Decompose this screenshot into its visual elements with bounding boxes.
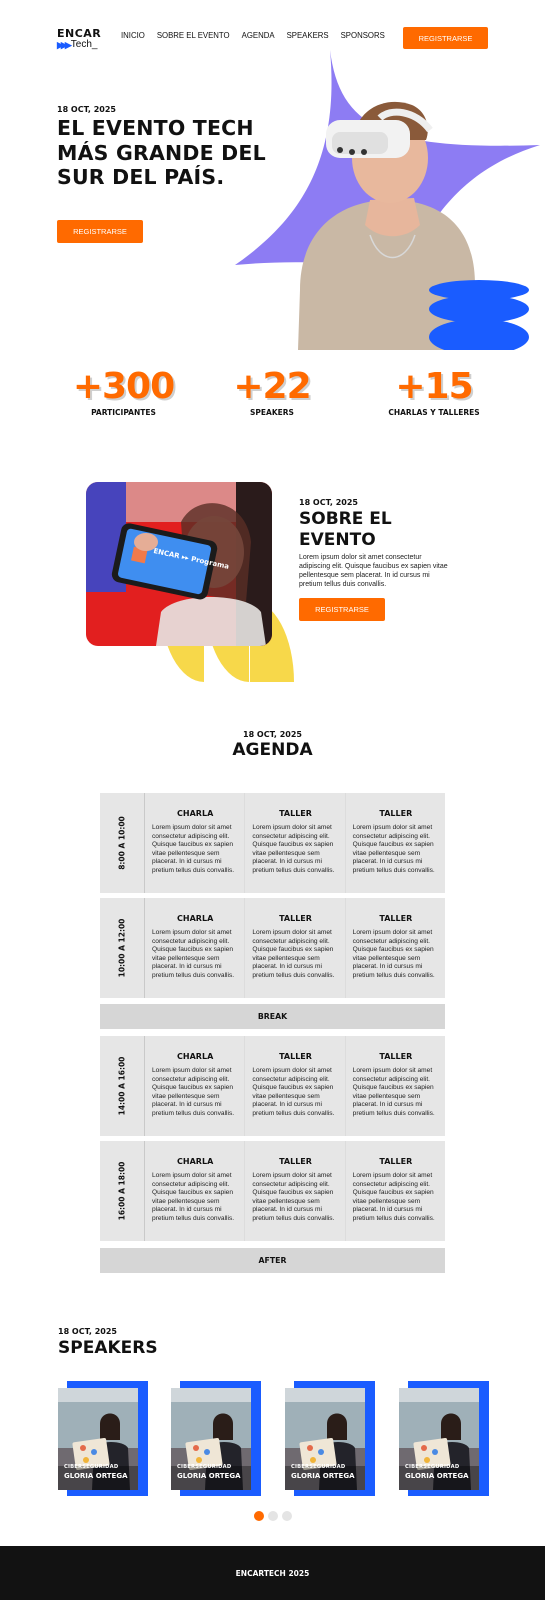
stat-talks: +15 CHARLAS Y TALLERES <box>378 366 490 418</box>
session-description: Lorem ipsum dolor sit amet consectetur a… <box>352 929 435 979</box>
footer: ENCARTECH 2025 <box>0 1546 545 1600</box>
agenda-session[interactable]: CHARLA Lorem ipsum dolor sit amet consect… <box>145 1036 244 1136</box>
main-nav: INICIO SOBRE EL EVENTO AGENDA SPEAKERS S… <box>121 31 397 40</box>
session-type: CHARLA <box>177 809 214 818</box>
agenda-session[interactable]: TALLER Lorem ipsum dolor sit amet consect… <box>244 793 344 893</box>
nav-sobre-el-evento[interactable]: SOBRE EL EVENTO <box>157 31 230 40</box>
break-bar: BREAK <box>100 1004 445 1029</box>
nav-inicio[interactable]: INICIO <box>121 31 145 40</box>
session-type: TALLER <box>379 914 413 923</box>
session-type: TALLER <box>379 809 413 818</box>
stat-label: SPEAKERS <box>250 408 294 417</box>
stat-value: +15 <box>395 366 473 407</box>
session-type: TALLER <box>279 1157 312 1166</box>
speaker-category: CIBERSEGURIDAD <box>177 1464 232 1470</box>
session-description: Lorem ipsum dolor sit amet consectetur a… <box>252 1067 335 1117</box>
agenda-session[interactable]: TALLER Lorem ipsum dolor sit amet consect… <box>244 898 344 998</box>
session-description: Lorem ipsum dolor sit amet consectetur a… <box>152 1067 235 1117</box>
agenda-session[interactable]: TALLER Lorem ipsum dolor sit amet consect… <box>244 1141 344 1241</box>
agenda-session[interactable]: CHARLA Lorem ipsum dolor sit amet consect… <box>145 898 244 998</box>
slot-time: 8:00 A 10:00 <box>117 816 127 870</box>
session-type: TALLER <box>379 1157 413 1166</box>
hero-date: 18 OCT, 2025 <box>57 105 116 114</box>
session-type: CHARLA <box>177 914 214 923</box>
nav-register-button[interactable]: REGISTRARSE <box>403 27 488 49</box>
nav-sponsors[interactable]: SPONSORS <box>341 31 385 40</box>
carousel-dot-3[interactable] <box>282 1511 292 1521</box>
speaker-card[interactable]: CIBERSEGURIDAD GLORIA ORTEGA <box>58 1381 150 1496</box>
agenda-slot: 10:00 A 12:00 CHARLA Lorem ipsum dolor si… <box>100 898 445 998</box>
person-holding-phone-image: ENCAR ▸▸ Programa <box>86 482 272 646</box>
session-type: CHARLA <box>177 1052 214 1061</box>
agenda-session[interactable]: TALLER Lorem ipsum dolor sit amet consect… <box>344 898 445 998</box>
carousel-pagination <box>254 1511 292 1521</box>
session-description: Lorem ipsum dolor sit amet consectetur a… <box>352 1067 435 1117</box>
speaker-card[interactable]: CIBERSEGURIDAD GLORIA ORTEGA <box>285 1381 377 1496</box>
speaker-category: CIBERSEGURIDAD <box>64 1464 119 1470</box>
logo-wordmark-top: ENCAR <box>57 27 102 40</box>
stat-speakers: +22 SPEAKERS <box>212 366 332 418</box>
session-description: Lorem ipsum dolor sit amet consectetur a… <box>352 824 435 874</box>
nav-agenda[interactable]: AGENDA <box>242 31 275 40</box>
session-type: TALLER <box>279 809 312 818</box>
stat-participants: +300 PARTICIPANTES <box>56 366 191 418</box>
carousel-dot-1[interactable] <box>254 1511 264 1521</box>
logo-chevrons-icon: ▶▶▶ <box>57 40 72 50</box>
agenda-slot: 8:00 A 10:00 CHARLA Lorem ipsum dolor sit… <box>100 793 445 893</box>
about-photo: ENCAR ▸▸ Programa <box>86 482 272 646</box>
speaker-name: GLORIA ORTEGA <box>177 1472 241 1480</box>
logo[interactable]: ENCAR ▶▶▶ Tech_ <box>57 28 109 51</box>
slot-time: 16:00 A 18:00 <box>117 1161 127 1221</box>
session-type: TALLER <box>379 1052 413 1061</box>
blue-oval-stack <box>429 280 529 350</box>
session-description: Lorem ipsum dolor sit amet consectetur a… <box>252 824 335 874</box>
agenda-slot: 16:00 A 18:00 CHARLA Lorem ipsum dolor si… <box>100 1141 445 1241</box>
agenda-session[interactable]: TALLER Lorem ipsum dolor sit amet consect… <box>344 1036 445 1136</box>
session-description: Lorem ipsum dolor sit amet consectetur a… <box>152 929 235 979</box>
speaker-name: GLORIA ORTEGA <box>291 1472 355 1480</box>
agenda-title: AGENDA <box>232 740 313 760</box>
slot-time: 10:00 A 12:00 <box>117 918 127 978</box>
agenda-session[interactable]: CHARLA Lorem ipsum dolor sit amet consect… <box>145 1141 244 1241</box>
agenda-session[interactable]: CHARLA Lorem ipsum dolor sit amet consect… <box>145 793 244 893</box>
session-description: Lorem ipsum dolor sit amet consectetur a… <box>352 1172 435 1222</box>
stat-value: +300 <box>72 366 175 407</box>
footer-text: ENCARTECH 2025 <box>235 1568 310 1578</box>
agenda-date: 18 OCT, 2025 <box>243 730 302 739</box>
hero-register-button[interactable]: REGISTRARSE <box>57 220 143 243</box>
stat-value: +22 <box>233 366 311 407</box>
speakers-date: 18 OCT, 2025 <box>58 1327 117 1336</box>
after-bar: AFTER <box>100 1248 445 1273</box>
session-type: TALLER <box>279 1052 312 1061</box>
agenda-session[interactable]: TALLER Lorem ipsum dolor sit amet consect… <box>344 793 445 893</box>
session-description: Lorem ipsum dolor sit amet consectetur a… <box>152 824 235 874</box>
about-title: SOBRE EL EVENTO <box>299 509 392 550</box>
carousel-dot-2[interactable] <box>268 1511 278 1521</box>
logo-wordmark-bottom: Tech_ <box>70 39 98 50</box>
stat-label: CHARLAS Y TALLERES <box>388 408 480 417</box>
speaker-category: CIBERSEGURIDAD <box>291 1464 346 1470</box>
speakers-title: SPEAKERS <box>58 1338 158 1358</box>
about-description: Lorem ipsum dolor sit amet consectetur a… <box>299 554 448 588</box>
agenda-session[interactable]: TALLER Lorem ipsum dolor sit amet consect… <box>344 1141 445 1241</box>
about-date: 18 OCT, 2025 <box>299 498 358 507</box>
speaker-name: GLORIA ORTEGA <box>64 1472 128 1480</box>
session-description: Lorem ipsum dolor sit amet consectetur a… <box>252 929 335 979</box>
agenda-session[interactable]: TALLER Lorem ipsum dolor sit amet consect… <box>244 1036 344 1136</box>
session-description: Lorem ipsum dolor sit amet consectetur a… <box>152 1172 235 1222</box>
hero-image <box>235 50 540 350</box>
slot-time: 14:00 A 16:00 <box>117 1056 127 1116</box>
speaker-name: GLORIA ORTEGA <box>405 1472 469 1480</box>
stat-label: PARTICIPANTES <box>91 408 156 417</box>
session-type: CHARLA <box>177 1157 214 1166</box>
session-description: Lorem ipsum dolor sit amet consectetur a… <box>252 1172 335 1222</box>
speaker-card[interactable]: CIBERSEGURIDAD GLORIA ORTEGA <box>399 1381 491 1496</box>
speaker-category: CIBERSEGURIDAD <box>405 1464 460 1470</box>
session-type: TALLER <box>279 914 312 923</box>
agenda-slot: 14:00 A 16:00 CHARLA Lorem ipsum dolor si… <box>100 1036 445 1136</box>
about-register-button[interactable]: REGISTRARSE <box>299 598 385 621</box>
speaker-card[interactable]: CIBERSEGURIDAD GLORIA ORTEGA <box>171 1381 263 1496</box>
nav-speakers[interactable]: SPEAKERS <box>287 31 329 40</box>
